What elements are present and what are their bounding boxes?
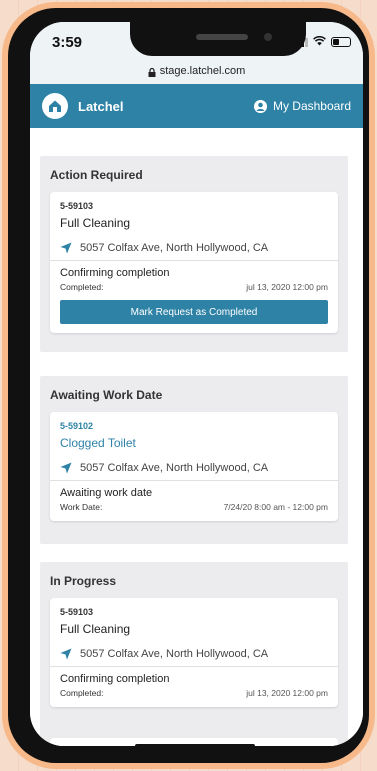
meta-value: 7/24/20 8:00 am - 12:00 pm: [223, 502, 328, 512]
request-title: Full Cleaning: [60, 216, 131, 230]
navigation-arrow-icon: [60, 648, 72, 660]
user-icon: [253, 99, 267, 113]
notch: [130, 22, 306, 56]
meta-value: jul 13, 2020 12:00 pm: [246, 282, 328, 292]
mark-completed-button[interactable]: Mark Request as Completed: [60, 300, 328, 324]
camera: [264, 33, 272, 41]
section-title: Awaiting Work Date: [50, 388, 163, 402]
meta-value: jul 13, 2020 12:00 pm: [246, 688, 328, 698]
address-text: 5057 Colfax Ave, North Hollywood, CA: [80, 648, 269, 660]
app-header: Latchel My Dashboard: [30, 84, 363, 128]
home-indicator[interactable]: [135, 744, 255, 746]
request-address: 5057 Colfax Ave, North Hollywood, CA: [60, 462, 328, 474]
request-card[interactable]: 5-59103 Full Cleaning 5057 Colfax Ave, N…: [50, 192, 338, 333]
meta-row: Completed: jul 13, 2020 12:00 pm: [60, 688, 328, 698]
request-status: Awaiting work date: [60, 487, 153, 499]
meta-label: Work Date:: [60, 502, 103, 512]
request-status: Confirming completion: [60, 267, 170, 279]
section-title: In Progress: [50, 574, 117, 588]
request-card[interactable]: 5-59103 Full Cleaning 5057 Colfax Ave, N…: [50, 598, 338, 707]
battery-icon: [331, 37, 351, 47]
request-address: 5057 Colfax Ave, North Hollywood, CA: [60, 242, 328, 254]
request-card[interactable]: 5-59102 Clogged Toilet 5057 Colfax Ave, …: [50, 412, 338, 521]
dashboard-label: My Dashboard: [272, 99, 351, 113]
address-text: 5057 Colfax Ave, North Hollywood, CA: [80, 242, 269, 254]
speaker: [196, 34, 248, 40]
status-time: 3:59: [52, 34, 83, 51]
section-awaiting-work-date: Awaiting Work Date 5-59102 Clogged Toile…: [40, 376, 348, 544]
url-text: stage.latchel.com: [159, 65, 246, 77]
request-title: Full Cleaning: [60, 622, 131, 636]
meta-row: Work Date: 7/24/20 8:00 am - 12:00 pm: [60, 502, 328, 512]
address-bar[interactable]: stage.latchel.com: [30, 58, 363, 84]
brand-name[interactable]: Latchel: [78, 99, 124, 114]
request-address: 5057 Colfax Ave, North Hollywood, CA: [60, 648, 328, 660]
my-dashboard-link[interactable]: My Dashboard: [253, 99, 351, 113]
address-text: 5057 Colfax Ave, North Hollywood, CA: [80, 462, 269, 474]
meta-label: Completed:: [60, 688, 104, 698]
main-content: Action Required 5-59103 Full Cleaning 50…: [30, 128, 363, 746]
section-title: Action Required: [50, 168, 143, 182]
lock-icon: [148, 67, 156, 77]
request-title-link[interactable]: Clogged Toilet: [60, 436, 328, 450]
navigation-arrow-icon: [60, 242, 72, 254]
section-in-progress: In Progress 5-59103 Full Cleaning 5057 C…: [40, 562, 348, 746]
section-action-required: Action Required 5-59103 Full Cleaning 50…: [40, 156, 348, 352]
meta-label: Completed:: [60, 282, 104, 292]
meta-row: Completed: jul 13, 2020 12:00 pm: [60, 282, 328, 292]
home-logo-icon[interactable]: [42, 93, 68, 119]
phone-screen: 3:59 stage.latchel.com Latchel My Dashbo…: [30, 22, 363, 746]
request-status: Confirming completion: [60, 673, 170, 685]
request-id[interactable]: 5-59102: [60, 421, 328, 431]
wifi-icon: [313, 36, 326, 47]
request-id: 5-59103: [60, 201, 94, 211]
request-id: 5-59103: [60, 607, 94, 617]
navigation-arrow-icon: [60, 462, 72, 474]
